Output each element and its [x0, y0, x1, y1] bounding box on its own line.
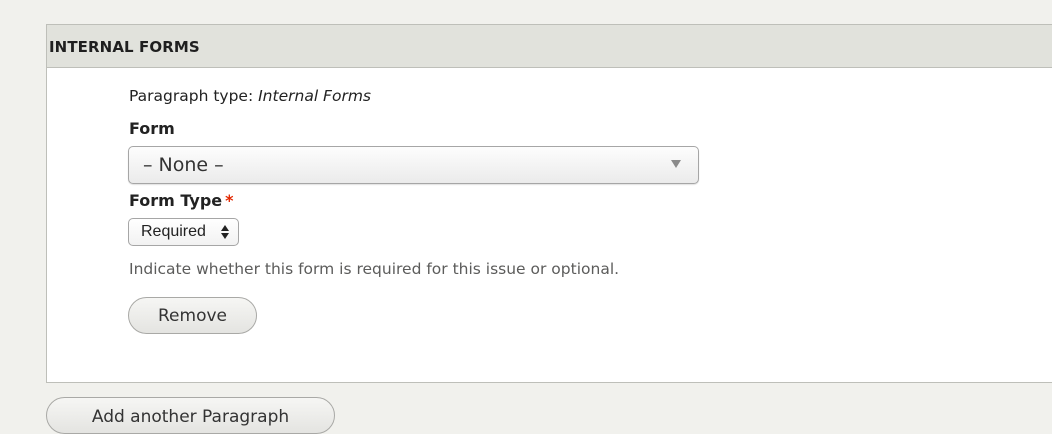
required-marker: * — [225, 191, 234, 210]
add-another-paragraph-button[interactable]: Add another Paragraph — [46, 397, 335, 434]
remove-button[interactable]: Remove — [128, 297, 257, 334]
form-type-label-text: Form Type — [129, 191, 223, 210]
form-type-label: Form Type * — [129, 191, 234, 210]
form-select[interactable]: – None – — [128, 146, 699, 184]
up-down-arrows-icon — [221, 225, 230, 239]
form-label: Form — [129, 119, 175, 138]
paragraph-type-line: Paragraph type: Internal Forms — [129, 87, 371, 105]
internal-forms-panel: INTERNAL FORMS Paragraph type: Internal … — [46, 24, 1052, 383]
form-type-select-value: Required — [141, 223, 206, 240]
paragraph-type-label: Paragraph type: — [129, 87, 254, 105]
panel-title: INTERNAL FORMS — [49, 38, 200, 56]
arrow-down-icon — [221, 233, 229, 239]
form-type-select[interactable]: Required — [128, 218, 239, 246]
panel-header: INTERNAL FORMS — [47, 25, 1052, 68]
arrow-up-icon — [221, 225, 229, 231]
form-type-description: Indicate whether this form is required f… — [129, 260, 620, 278]
form-select-value: – None – — [143, 154, 224, 176]
paragraph-type-value: Internal Forms — [258, 87, 371, 105]
chevron-down-icon — [671, 160, 681, 168]
